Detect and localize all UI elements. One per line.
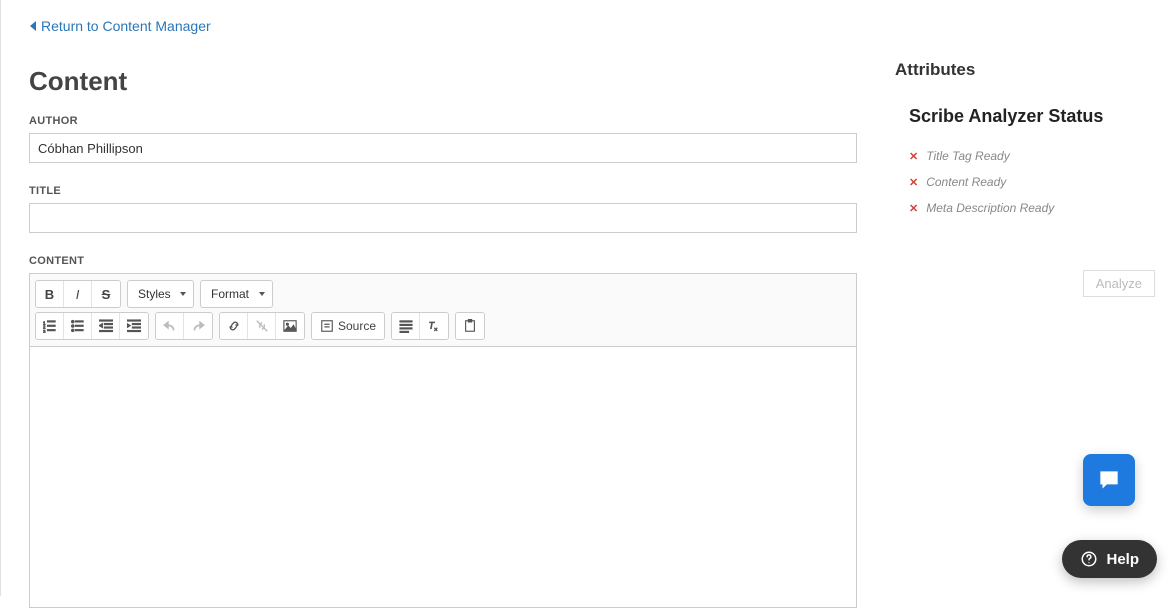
title-field: TITLE	[29, 185, 857, 233]
content-label: CONTENT	[29, 255, 857, 267]
status-item-title-tag: ✕ Title Tag Ready	[909, 149, 1155, 163]
svg-text:×: ×	[434, 326, 438, 333]
outdent-button[interactable]	[92, 313, 120, 339]
analyzer-status-list: ✕ Title Tag Ready ✕ Content Ready ✕ Meta…	[909, 149, 1155, 215]
redo-button[interactable]	[184, 313, 212, 339]
image-button[interactable]	[276, 313, 304, 339]
unlink-button[interactable]	[248, 313, 276, 339]
link-button[interactable]	[220, 313, 248, 339]
status-label: Title Tag Ready	[926, 149, 1010, 163]
styles-select[interactable]: Styles	[127, 280, 194, 308]
svg-text:3: 3	[43, 329, 46, 333]
editor-toolbar: B I S Styles Format	[30, 274, 856, 347]
content-field: CONTENT B I S Styles	[29, 255, 857, 608]
editor-content-area[interactable]	[30, 347, 856, 607]
main-column: Return to Content Manager Content AUTHOR…	[1, 0, 885, 596]
author-field: AUTHOR	[29, 115, 857, 163]
return-link[interactable]: Return to Content Manager	[29, 18, 211, 34]
analyzer-heading: Scribe Analyzer Status	[909, 106, 1155, 127]
help-icon	[1080, 550, 1098, 568]
chat-widget-button[interactable]	[1083, 454, 1135, 506]
sidebar: Attributes Scribe Analyzer Status ✕ Titl…	[885, 0, 1175, 596]
help-label: Help	[1106, 551, 1139, 568]
status-item-meta-description: ✕ Meta Description Ready	[909, 201, 1155, 215]
source-button[interactable]: Source	[312, 313, 384, 339]
return-link-label: Return to Content Manager	[41, 18, 211, 34]
title-label: TITLE	[29, 185, 857, 197]
page-title: Content	[29, 66, 857, 97]
analyze-button[interactable]: Analyze	[1083, 270, 1155, 297]
source-button-label: Source	[338, 319, 376, 333]
x-icon: ✕	[909, 150, 918, 163]
title-input[interactable]	[29, 203, 857, 233]
caret-left-icon	[29, 21, 37, 31]
bold-button[interactable]: B	[36, 281, 64, 307]
format-select[interactable]: Format	[200, 280, 273, 308]
status-label: Meta Description Ready	[926, 201, 1054, 215]
remove-format-button[interactable]: T×	[420, 313, 448, 339]
x-icon: ✕	[909, 202, 918, 215]
ordered-list-button[interactable]: 123	[36, 313, 64, 339]
unordered-list-button[interactable]	[64, 313, 92, 339]
help-widget-button[interactable]: Help	[1062, 540, 1157, 578]
italic-button[interactable]: I	[64, 281, 92, 307]
attributes-heading: Attributes	[895, 60, 1155, 80]
rich-text-editor: B I S Styles Format	[29, 273, 857, 608]
strikethrough-button[interactable]: S	[92, 281, 120, 307]
x-icon: ✕	[909, 176, 918, 189]
source-icon	[320, 319, 334, 333]
author-label: AUTHOR	[29, 115, 857, 127]
justify-button[interactable]	[392, 313, 420, 339]
status-item-content: ✕ Content Ready	[909, 175, 1155, 189]
author-input[interactable]	[29, 133, 857, 163]
paste-button[interactable]	[456, 313, 484, 339]
status-label: Content Ready	[926, 175, 1006, 189]
undo-button[interactable]	[156, 313, 184, 339]
indent-button[interactable]	[120, 313, 148, 339]
chat-icon	[1096, 467, 1122, 493]
